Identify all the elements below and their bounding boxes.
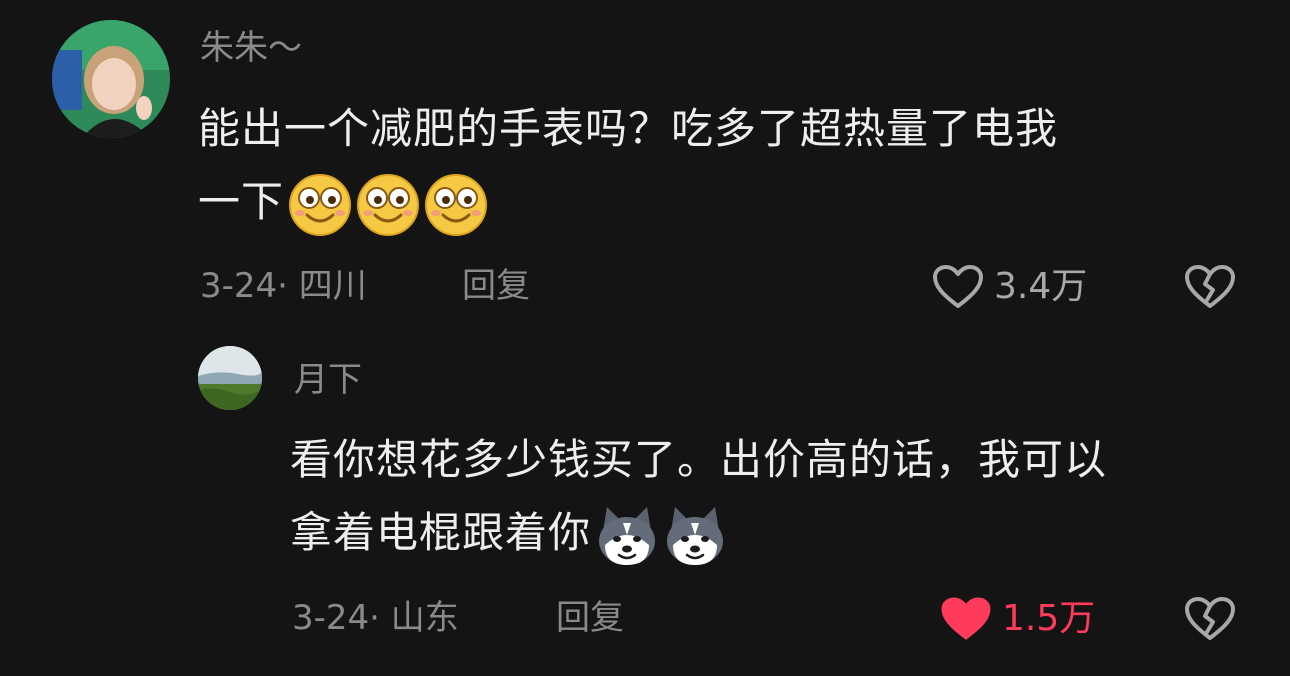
husky-dog-emoji-icon bbox=[663, 505, 727, 567]
comment-text-fragment: 一下 bbox=[198, 177, 285, 226]
username[interactable]: 朱朱～ bbox=[200, 28, 302, 68]
smile-emoji-icon bbox=[288, 173, 352, 237]
like-button[interactable]: 1.5万 bbox=[940, 596, 1095, 642]
heart-outline-icon bbox=[932, 264, 984, 310]
comment-text-fragment: 拿着电棍跟着你 bbox=[290, 508, 592, 557]
avatar[interactable] bbox=[198, 346, 262, 410]
avatar[interactable] bbox=[52, 20, 170, 138]
heart-filled-icon bbox=[940, 596, 992, 642]
date-location: 3-24· 四川 bbox=[200, 266, 367, 306]
smile-emoji-icon bbox=[356, 173, 420, 237]
reply-button[interactable]: 回复 bbox=[556, 598, 624, 638]
comment-text: 能出一个减肥的手表吗？吃多了超热量了电我 一下 bbox=[198, 92, 1058, 238]
smile-emoji-icon bbox=[424, 173, 488, 237]
comment-text-line: 一下 bbox=[198, 165, 1058, 238]
reply-button[interactable]: 回复 bbox=[462, 266, 530, 306]
comment-text-line: 看你想花多少钱买了。出价高的话，我可以 bbox=[290, 435, 1108, 484]
comment-item: 朱朱～ 能出一个减肥的手表吗？吃多了超热量了电我 一下 3-24· 四川 回复 … bbox=[0, 0, 1290, 330]
comment-text: 看你想花多少钱买了。出价高的话，我可以 拿着电棍跟着你 bbox=[290, 423, 1107, 569]
comment-meta: 3-24· 山东 bbox=[292, 598, 463, 638]
reply-comment-item: 月下 看你想花多少钱买了。出价高的话，我可以 拿着电棍跟着你 3-24· 山东 … bbox=[0, 330, 1290, 676]
dislike-button[interactable] bbox=[1184, 596, 1236, 642]
comment-text-line: 拿着电棍跟着你 bbox=[290, 496, 1107, 569]
dislike-button[interactable] bbox=[1184, 264, 1236, 310]
date-location: 3-24· 山东 bbox=[292, 598, 459, 638]
like-count: 3.4万 bbox=[994, 266, 1088, 307]
comment-meta: 3-24· 四川 bbox=[200, 266, 371, 306]
username[interactable]: 月下 bbox=[294, 360, 362, 400]
comment-text-line: 能出一个减肥的手表吗？吃多了超热量了电我 bbox=[198, 104, 1059, 153]
like-button[interactable]: 3.4万 bbox=[932, 264, 1087, 310]
broken-heart-icon bbox=[1184, 596, 1236, 642]
husky-dog-emoji-icon bbox=[595, 505, 659, 567]
like-count: 1.5万 bbox=[1002, 598, 1096, 639]
broken-heart-icon bbox=[1184, 264, 1236, 310]
